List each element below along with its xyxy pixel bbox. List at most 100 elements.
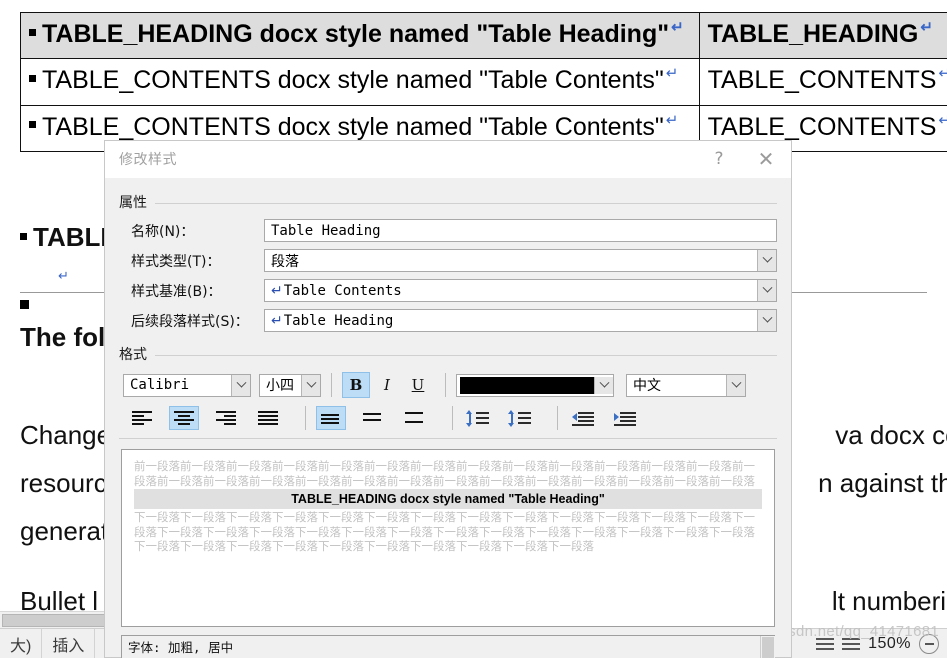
chevron-down-icon[interactable] [301, 374, 320, 396]
chevron-down-icon[interactable] [757, 310, 776, 331]
field-nextstyle-control: ↵ Table Heading [264, 309, 777, 332]
toolbar-separator [305, 406, 306, 430]
document-line[interactable]: generat [20, 516, 108, 547]
field-name-label: 名称(N)： [131, 223, 195, 240]
language-combo[interactable]: 中文 [626, 373, 746, 397]
bold-button[interactable]: B [342, 372, 370, 398]
align-justify-button[interactable] [253, 406, 283, 430]
decrease-indent-button[interactable] [568, 406, 598, 430]
zoom-out-button[interactable] [919, 633, 939, 654]
document-line-text: va docx conv [835, 420, 947, 450]
align-justify-icon [258, 411, 278, 425]
align-left-button[interactable] [127, 406, 157, 430]
web-layout-icon[interactable] [842, 637, 861, 651]
increase-indent-button[interactable] [610, 406, 640, 430]
style-basedon-combo[interactable]: ↵ Table Contents [264, 279, 777, 302]
status-item-insert-mode[interactable]: 插入 [42, 628, 96, 658]
field-basedon-control: ↵ Table Contents [264, 279, 777, 302]
table-cell-text: TABLE_CONTENTS docx style named "Table C… [42, 112, 664, 141]
dialog-title-bar[interactable]: 修改样式 ? ✕ [105, 141, 791, 178]
paragraph-mark-icon: ↵ [271, 312, 283, 329]
line-spacing-1-5-button[interactable] [358, 406, 388, 430]
table-row[interactable]: TABLE_CONTENTS docx style named "Table C… [20, 59, 947, 106]
bullet-icon [29, 28, 36, 36]
table-cell[interactable]: TABLE_HEADING ↵ [699, 13, 947, 60]
line-spacing-1-5-icon [363, 411, 383, 425]
document-line-text: n against the [818, 468, 947, 498]
document-table: TABLE_HEADING docx style named "Table He… [20, 12, 947, 152]
close-icon[interactable]: ✕ [741, 141, 791, 178]
align-center-icon [174, 411, 194, 425]
chevron-down-icon[interactable] [757, 280, 776, 301]
field-nextstyle-row: 后续段落样式(S)： ↵ Table Heading [119, 309, 777, 332]
chevron-down-icon[interactable] [757, 250, 776, 271]
style-nextstyle-combo[interactable]: ↵ Table Heading [264, 309, 777, 332]
table-cell-text: TABLE_HEADING docx style named "Table He… [42, 20, 670, 48]
bullet-icon [20, 232, 27, 240]
properties-group-label: 属性 [119, 192, 155, 212]
font-color-swatch [460, 376, 594, 394]
font-size-combo[interactable]: 小四 [259, 373, 321, 397]
table-cell[interactable]: TABLE_CONTENTS docx style named "Table C… [21, 59, 700, 106]
decrease-space-before-button[interactable] [463, 406, 493, 430]
align-right-button[interactable] [211, 406, 241, 430]
modify-style-dialog[interactable]: 修改样式 ? ✕ 属性 名称(N)： Table Heading 样式类型(T) [104, 140, 792, 658]
print-layout-icon[interactable] [816, 637, 835, 651]
table-cell[interactable]: TABLE_CONTENTS↵ [699, 59, 947, 106]
document-line-right[interactable]: va docx conv [835, 420, 947, 451]
chevron-down-icon[interactable] [594, 376, 613, 394]
italic-button[interactable]: I [373, 372, 401, 398]
table-row[interactable]: TABLE_HEADING docx style named "Table He… [20, 12, 947, 60]
pilcrow-icon: ↵ [671, 19, 684, 36]
font-size-value: 小四 [266, 378, 294, 394]
table-cell-text: TABLE_CONTENTS [707, 66, 937, 95]
properties-group: 属性 [119, 192, 777, 212]
toolbar-separator [452, 406, 453, 430]
align-center-button[interactable] [169, 406, 199, 430]
style-description-pane[interactable]: 字体: 加粗, 居中 图案: 清除 (自定义颜色(RGB(221,221,221… [121, 635, 775, 658]
language-value: 中文 [633, 378, 661, 394]
field-name-control: Table Heading [264, 219, 777, 242]
zoom-level-label[interactable]: 150% [868, 635, 911, 653]
paragraph-toolbar [119, 406, 777, 439]
status-bar-left: 大) 插入 [0, 628, 96, 658]
status-item-pagesize[interactable]: 大) [0, 628, 43, 658]
font-family-value: Calibri [130, 377, 190, 393]
field-type-control: 段落 [264, 249, 777, 272]
style-type-value: 段落 [271, 253, 299, 270]
bullet-icon [29, 75, 36, 83]
group-rule [119, 203, 777, 204]
chevron-down-icon[interactable] [726, 374, 745, 396]
style-type-combo[interactable]: 段落 [264, 249, 777, 272]
table-cell-text: TABLE_CONTENTS [707, 112, 937, 141]
document-line[interactable]: Change [20, 420, 111, 451]
help-icon[interactable]: ? [697, 141, 741, 178]
increase-space-after-button[interactable] [505, 406, 535, 430]
scrollbar-thumb[interactable] [762, 637, 774, 658]
style-name-input[interactable]: Table Heading [264, 219, 777, 242]
toolbar-separator [331, 373, 332, 397]
pilcrow-icon: ↵ [938, 65, 947, 82]
underline-button[interactable]: U [404, 372, 432, 398]
field-type-label: 样式类型(T)： [131, 253, 221, 270]
document-line[interactable]: The fol [20, 322, 105, 353]
description-scrollbar[interactable] [760, 636, 775, 658]
line-spacing-double-button[interactable] [400, 406, 430, 430]
font-family-combo[interactable]: Calibri [123, 373, 251, 397]
document-line[interactable]: resourc [20, 468, 107, 499]
status-bar-right: 150% [816, 629, 947, 658]
document-line-text: resourc [20, 468, 107, 498]
dialog-title: 修改样式 [119, 152, 177, 168]
bullet-icon [29, 121, 36, 129]
document-line-right[interactable]: lt numbering [832, 586, 947, 617]
increase-indent-icon [614, 411, 636, 426]
preview-before-text: 前一段落前一段落前一段落前一段落前一段落前一段落前一段落前一段落前一段落前一段落… [134, 459, 755, 488]
line-spacing-single-button[interactable] [316, 406, 346, 430]
document-line-right[interactable]: n against the [818, 468, 947, 499]
chevron-down-icon[interactable] [231, 374, 250, 396]
table-cell-text: TABLE_CONTENTS docx style named "Table C… [42, 66, 664, 95]
screen-root: TABLE_HEADING docx style named "Table He… [0, 0, 947, 658]
font-color-combo[interactable] [456, 373, 614, 397]
table-cell[interactable]: TABLE_HEADING docx style named "Table He… [21, 13, 700, 60]
format-group: 格式 [119, 344, 777, 364]
